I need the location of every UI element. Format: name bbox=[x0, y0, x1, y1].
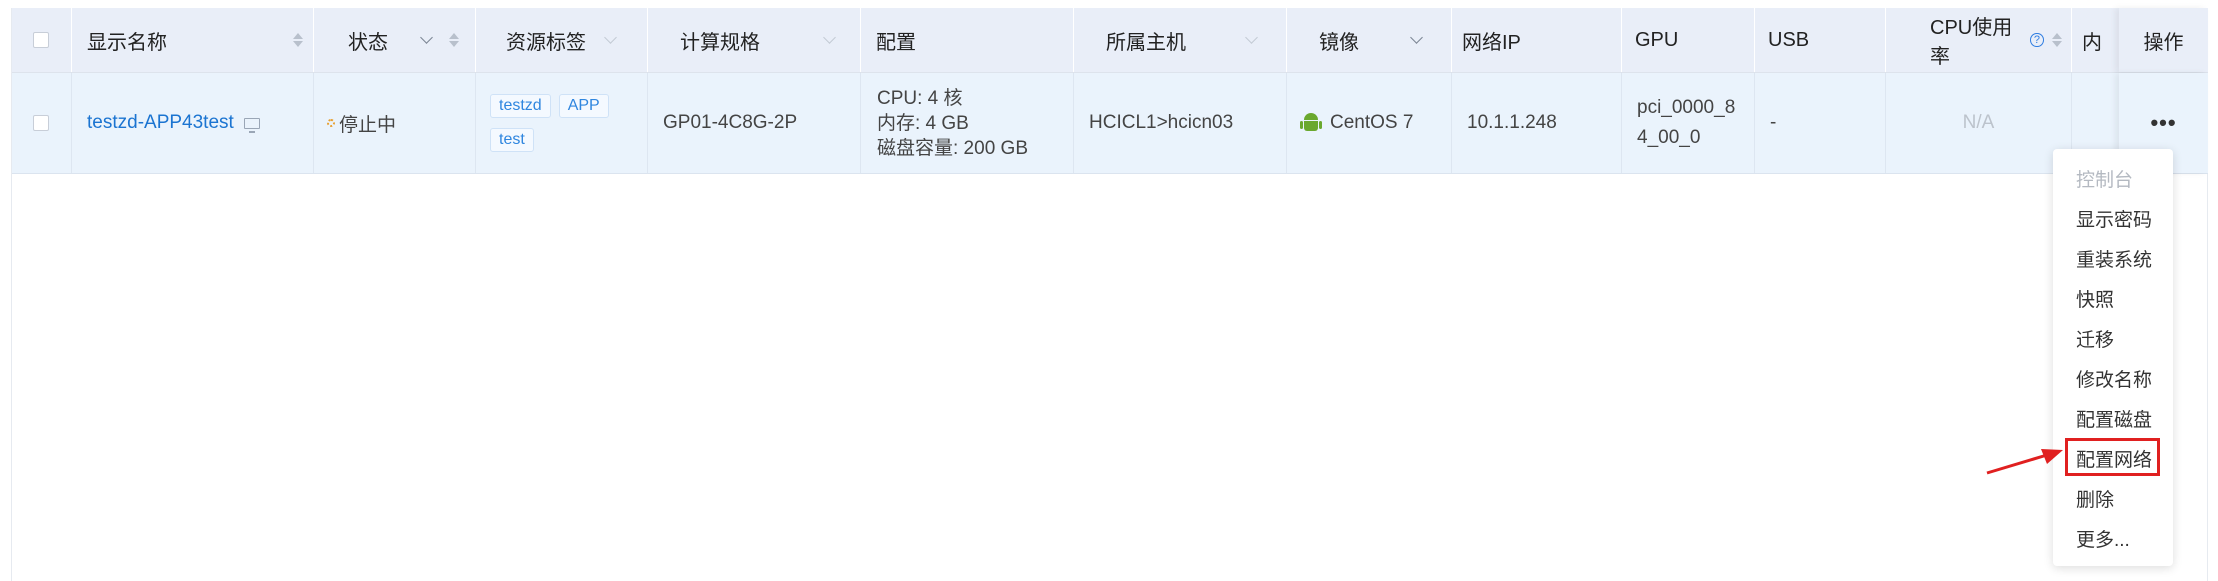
row-config-cell: CPU: 4 核 内存: 4 GB 磁盘容量: 200 GB bbox=[861, 73, 1074, 173]
header-ip: 网络IP bbox=[1452, 8, 1622, 72]
menu-item-delete[interactable]: 删除 bbox=[2053, 481, 2173, 515]
header-spec-label: 计算规格 bbox=[680, 31, 760, 54]
arrow-shaft bbox=[1986, 453, 2048, 475]
menu-item-reinstall-system[interactable]: 重装系统 bbox=[2053, 241, 2173, 275]
spec-value: GP01-4C8G-2P bbox=[663, 112, 798, 133]
row-cpu-cell: N/A bbox=[1886, 73, 2072, 173]
header-tags-label: 资源标签 bbox=[506, 31, 586, 54]
row-select-cell bbox=[12, 73, 72, 173]
gpu-line-1: pci_0000_8 bbox=[1637, 97, 1736, 118]
monitor-icon[interactable] bbox=[243, 117, 260, 133]
tag-badge[interactable]: test bbox=[490, 128, 534, 152]
header-name[interactable]: 显示名称 bbox=[72, 8, 314, 72]
header-select-all-cell bbox=[12, 8, 72, 72]
chevron-down-icon[interactable] bbox=[823, 31, 836, 44]
config-memory: 内存: 4 GB bbox=[877, 112, 969, 134]
ip-value: 10.1.1.248 bbox=[1467, 112, 1557, 133]
header-status[interactable]: 状态 bbox=[314, 8, 476, 72]
chevron-down-icon[interactable] bbox=[1245, 31, 1258, 44]
more-actions-button[interactable]: ••• bbox=[2150, 110, 2176, 136]
table-row[interactable]: testzd-APP43test 停止中 testzd APP test GP0… bbox=[12, 73, 2208, 174]
header-host-label: 所属主机 bbox=[1106, 31, 1186, 54]
menu-item-snapshot[interactable]: 快照 bbox=[2053, 281, 2173, 315]
chevron-down-icon[interactable] bbox=[1410, 31, 1423, 44]
vm-name-link[interactable]: testzd-APP43test bbox=[87, 112, 234, 134]
tag-badge[interactable]: testzd bbox=[490, 94, 551, 118]
menu-item-more[interactable]: 更多... bbox=[2053, 521, 2173, 555]
row-status-cell: 停止中 bbox=[314, 73, 476, 173]
tag-badge[interactable]: APP bbox=[558, 94, 609, 118]
usb-value: - bbox=[1770, 112, 1777, 133]
row-usb-cell: - bbox=[1755, 73, 1886, 173]
sort-icon[interactable] bbox=[449, 31, 459, 49]
header-gpu: GPU bbox=[1622, 8, 1755, 72]
chevron-down-icon[interactable] bbox=[420, 31, 433, 44]
row-image-cell: CentOS 7 bbox=[1287, 73, 1452, 173]
config-cpu: CPU: 4 核 bbox=[877, 87, 963, 109]
android-icon bbox=[1300, 113, 1322, 133]
header-actions-label: 操作 bbox=[2143, 31, 2184, 54]
select-all-checkbox[interactable] bbox=[33, 32, 49, 48]
row-host-cell: HCICL1>hcicn03 bbox=[1074, 73, 1287, 173]
header-usb-label: USB bbox=[1768, 28, 1810, 51]
header-cpu[interactable]: CPU使用率 ? bbox=[1886, 8, 2072, 72]
menu-item-show-password[interactable]: 显示密码 bbox=[2053, 201, 2173, 235]
header-image-label: 镜像 bbox=[1319, 31, 1359, 54]
help-icon[interactable]: ? bbox=[2030, 33, 2044, 47]
image-value: CentOS 7 bbox=[1330, 112, 1414, 133]
gpu-line-2: 4_00_0 bbox=[1637, 127, 1701, 148]
header-spec[interactable]: 计算规格 bbox=[648, 8, 861, 72]
header-image[interactable]: 镜像 bbox=[1287, 8, 1452, 72]
row-spec-cell: GP01-4C8G-2P bbox=[648, 73, 861, 173]
row-name-cell: testzd-APP43test bbox=[72, 73, 314, 173]
header-status-label: 状态 bbox=[348, 31, 388, 54]
sort-icon[interactable] bbox=[293, 31, 303, 49]
table-header: 显示名称 状态 资源标签 计算规格 配置 所属主机 镜像 网络IP GPU US… bbox=[12, 8, 2208, 73]
cpu-usage-value: N/A bbox=[1962, 112, 1995, 133]
menu-item-configure-disk[interactable]: 配置磁盘 bbox=[2053, 401, 2173, 435]
menu-item-console[interactable]: 控制台 bbox=[2053, 161, 2173, 195]
host-value: HCICL1>hcicn03 bbox=[1089, 112, 1234, 133]
vm-table: 显示名称 状态 资源标签 计算规格 配置 所属主机 镜像 网络IP GPU US… bbox=[11, 8, 2208, 581]
header-host[interactable]: 所属主机 bbox=[1074, 8, 1287, 72]
header-ip-label: 网络IP bbox=[1462, 31, 1521, 54]
header-config: 配置 bbox=[861, 8, 1074, 72]
row-checkbox[interactable] bbox=[33, 115, 49, 131]
header-name-label: 显示名称 bbox=[87, 31, 167, 54]
menu-item-migrate[interactable]: 迁移 bbox=[2053, 321, 2173, 355]
status-text: 停止中 bbox=[339, 114, 397, 136]
header-truncated-label: 内 bbox=[2082, 31, 2102, 54]
actions-dropdown-menu: 控制台 显示密码 重装系统 快照 迁移 修改名称 配置磁盘 配置网络 删除 更多… bbox=[2053, 149, 2173, 566]
loading-icon bbox=[327, 119, 335, 127]
header-usb: USB bbox=[1755, 8, 1886, 72]
menu-item-rename[interactable]: 修改名称 bbox=[2053, 361, 2173, 395]
header-cpu-label: CPU使用率 bbox=[1930, 17, 2013, 68]
config-disk: 磁盘容量: 200 GB bbox=[877, 137, 1028, 159]
header-actions: 操作 bbox=[2119, 8, 2208, 72]
arrow-head bbox=[2041, 449, 2063, 464]
header-config-label: 配置 bbox=[876, 31, 916, 54]
row-tags-cell: testzd APP test bbox=[476, 73, 648, 173]
arrow-annotation-icon bbox=[1986, 449, 2063, 475]
chevron-down-icon[interactable] bbox=[604, 31, 617, 44]
sort-icon[interactable] bbox=[2051, 31, 2063, 49]
row-ip-cell: 10.1.1.248 bbox=[1452, 73, 1622, 173]
row-gpu-cell: pci_0000_8 4_00_0 bbox=[1622, 73, 1755, 173]
header-tags[interactable]: 资源标签 bbox=[476, 8, 648, 72]
header-gpu-label: GPU bbox=[1635, 28, 1679, 51]
menu-item-configure-network[interactable]: 配置网络 bbox=[2053, 441, 2173, 475]
